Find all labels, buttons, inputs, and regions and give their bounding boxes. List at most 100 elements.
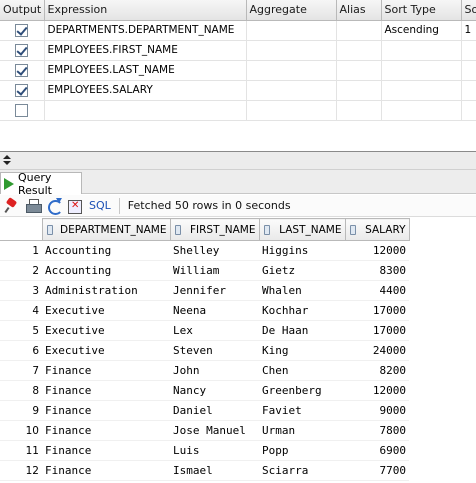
builder-row[interactable]: EMPLOYEES.SALARY	[0, 80, 476, 101]
first-name-cell[interactable]: Nancy	[170, 380, 259, 401]
aggregate-cell[interactable]	[246, 40, 337, 61]
salary-cell[interactable]: 24000	[345, 340, 409, 361]
output-checkbox[interactable]	[15, 23, 29, 37]
table-row[interactable]: 10 Finance Jose Manuel Urman 7800	[0, 420, 409, 441]
print-icon[interactable]	[25, 198, 42, 214]
salary-cell[interactable]: 8200	[345, 360, 409, 381]
aggregate-cell[interactable]	[246, 20, 337, 41]
output-cell[interactable]	[0, 40, 45, 61]
aggregate-cell[interactable]	[246, 60, 337, 81]
first-name-cell[interactable]: Lex	[170, 320, 259, 341]
last-name-cell[interactable]: Sciarra	[259, 460, 345, 481]
result-col-department-name[interactable]: DEPARTMENT_NAME	[41, 218, 171, 241]
department-name-cell[interactable]: Executive	[42, 320, 170, 341]
alias-cell[interactable]	[336, 20, 382, 41]
table-row[interactable]: 2 Accounting William Gietz 8300	[0, 260, 409, 281]
last-name-cell[interactable]: King	[259, 340, 345, 361]
salary-cell[interactable]: 12000	[345, 380, 409, 401]
alias-cell[interactable]	[336, 60, 382, 81]
department-name-cell[interactable]: Finance	[42, 400, 170, 421]
salary-cell[interactable]: 12000	[345, 240, 409, 261]
output-cell[interactable]	[0, 80, 45, 101]
sort-type-cell[interactable]	[381, 80, 462, 101]
expression-cell[interactable]: DEPARTMENTS.DEPARTMENT_NAME	[44, 20, 247, 41]
output-cell[interactable]	[0, 60, 45, 81]
panel-splitter[interactable]	[0, 152, 476, 170]
table-row[interactable]: 6 Executive Steven King 24000	[0, 340, 409, 361]
result-col-last-name[interactable]: LAST_NAME	[258, 218, 346, 241]
builder-col-alias[interactable]: Alias	[336, 0, 382, 21]
cancel-query-icon[interactable]	[67, 198, 83, 214]
builder-row[interactable]	[0, 100, 476, 121]
sql-link[interactable]: SQL	[89, 199, 111, 212]
sort-type-cell[interactable]: Ascending	[381, 20, 462, 41]
result-col-first-name[interactable]: FIRST_NAME	[169, 218, 260, 241]
builder-col-sort-type[interactable]: Sort Type	[381, 0, 462, 21]
last-name-cell[interactable]: Greenberg	[259, 380, 345, 401]
last-name-cell[interactable]: Whalen	[259, 280, 345, 301]
output-checkbox[interactable]	[15, 103, 29, 117]
salary-cell[interactable]: 17000	[345, 320, 409, 341]
expression-cell[interactable]	[44, 100, 247, 121]
first-name-cell[interactable]: William	[170, 260, 259, 281]
output-checkbox[interactable]	[15, 43, 29, 57]
salary-cell[interactable]: 9000	[345, 400, 409, 421]
last-name-cell[interactable]: Gietz	[259, 260, 345, 281]
alias-cell[interactable]	[336, 100, 382, 121]
output-cell[interactable]	[0, 100, 45, 121]
output-checkbox[interactable]	[15, 63, 29, 77]
first-name-cell[interactable]: Daniel	[170, 400, 259, 421]
last-name-cell[interactable]: Faviet	[259, 400, 345, 421]
table-row[interactable]: 1 Accounting Shelley Higgins 12000	[0, 240, 409, 261]
expression-cell[interactable]: EMPLOYEES.LAST_NAME	[44, 60, 247, 81]
last-name-cell[interactable]: De Haan	[259, 320, 345, 341]
sort-type-cell[interactable]	[381, 60, 462, 81]
builder-row[interactable]: DEPARTMENTS.DEPARTMENT_NAME Ascending 1	[0, 20, 476, 41]
department-name-cell[interactable]: Accounting	[42, 260, 170, 281]
table-row[interactable]: 4 Executive Neena Kochhar 17000	[0, 300, 409, 321]
expression-cell[interactable]: EMPLOYEES.SALARY	[44, 80, 247, 101]
last-name-cell[interactable]: Kochhar	[259, 300, 345, 321]
salary-cell[interactable]: 17000	[345, 300, 409, 321]
department-name-cell[interactable]: Executive	[42, 300, 170, 321]
first-name-cell[interactable]: Steven	[170, 340, 259, 361]
salary-cell[interactable]: 7700	[345, 460, 409, 481]
first-name-cell[interactable]: Luis	[170, 440, 259, 461]
department-name-cell[interactable]: Finance	[42, 420, 170, 441]
aggregate-cell[interactable]	[246, 100, 337, 121]
last-name-cell[interactable]: Chen	[259, 360, 345, 381]
pin-icon[interactable]	[4, 198, 20, 214]
tab-query-result[interactable]: Query Result	[0, 171, 82, 197]
salary-cell[interactable]: 4400	[345, 280, 409, 301]
sort-order-cell[interactable]	[461, 80, 476, 101]
department-name-cell[interactable]: Finance	[42, 380, 170, 401]
builder-row[interactable]: EMPLOYEES.FIRST_NAME	[0, 40, 476, 61]
expression-cell[interactable]: EMPLOYEES.FIRST_NAME	[44, 40, 247, 61]
table-row[interactable]: 7 Finance John Chen 8200	[0, 360, 409, 381]
table-row[interactable]: 8 Finance Nancy Greenberg 12000	[0, 380, 409, 401]
salary-cell[interactable]: 6900	[345, 440, 409, 461]
salary-cell[interactable]: 7800	[345, 420, 409, 441]
sort-order-cell[interactable]	[461, 60, 476, 81]
sort-order-cell[interactable]: 1	[461, 20, 476, 41]
result-col-salary[interactable]: SALARY	[344, 218, 410, 241]
salary-cell[interactable]: 8300	[345, 260, 409, 281]
alias-cell[interactable]	[336, 40, 382, 61]
department-name-cell[interactable]: Executive	[42, 340, 170, 361]
builder-col-aggregate[interactable]: Aggregate	[246, 0, 337, 21]
alias-cell[interactable]	[336, 80, 382, 101]
table-row[interactable]: 12 Finance Ismael Sciarra 7700	[0, 460, 409, 481]
last-name-cell[interactable]: Urman	[259, 420, 345, 441]
table-row[interactable]: 11 Finance Luis Popp 6900	[0, 440, 409, 461]
refresh-icon[interactable]	[46, 197, 63, 215]
aggregate-cell[interactable]	[246, 80, 337, 101]
first-name-cell[interactable]: John	[170, 360, 259, 381]
sort-order-cell[interactable]	[461, 40, 476, 61]
builder-row[interactable]: EMPLOYEES.LAST_NAME	[0, 60, 476, 81]
department-name-cell[interactable]: Administration	[42, 280, 170, 301]
expand-down-icon[interactable]	[3, 161, 11, 165]
first-name-cell[interactable]: Neena	[170, 300, 259, 321]
first-name-cell[interactable]: Jennifer	[170, 280, 259, 301]
output-checkbox[interactable]	[15, 83, 29, 97]
sort-order-cell[interactable]	[461, 100, 476, 121]
